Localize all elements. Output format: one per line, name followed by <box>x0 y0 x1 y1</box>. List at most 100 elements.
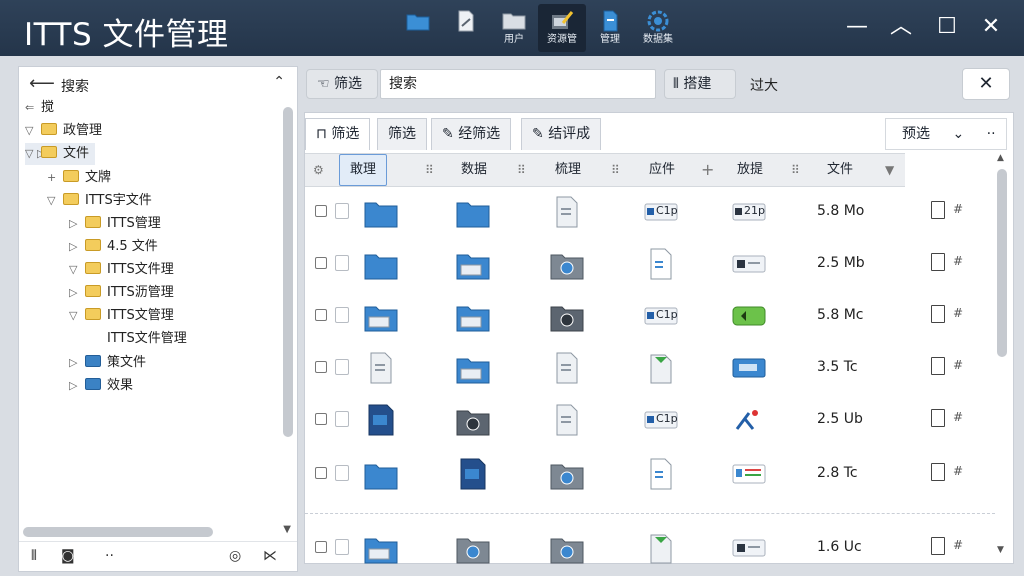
doc-white-icon[interactable] <box>643 247 679 281</box>
drag-handle-icon[interactable]: ⠿ <box>517 154 526 186</box>
stats-button[interactable]: ⫴ 搭建 <box>664 69 736 99</box>
doc-gray-icon[interactable] <box>549 195 585 229</box>
table-row[interactable]: 2.8 Tc # <box>305 449 995 501</box>
tree-item[interactable]: ▷ 4.5 文件 <box>69 236 158 258</box>
hash-icon[interactable]: # <box>953 358 963 372</box>
folder-gray-icon[interactable] <box>455 531 491 565</box>
tree-item[interactable]: ▽ ▷ 文件 <box>25 143 96 165</box>
tree-item[interactable]: ▽ ITTS文件理 <box>69 259 174 281</box>
hash-icon[interactable]: # <box>953 254 963 268</box>
tree-item[interactable]: ▷ 效果 <box>69 375 133 397</box>
chip-21p-icon[interactable]: 21p <box>731 195 767 229</box>
document-icon[interactable] <box>931 537 945 555</box>
collapse-button[interactable]: ︿ <box>886 12 916 42</box>
toolbar-resource-button[interactable]: 资源管 <box>538 4 586 52</box>
chip-list-icon[interactable] <box>731 457 767 491</box>
column-header-cell[interactable]: 梳理 <box>555 154 581 186</box>
hash-icon[interactable]: # <box>953 464 963 478</box>
folder-blue-icon[interactable] <box>363 195 399 229</box>
settings-icon[interactable]: ⋉ <box>263 548 277 564</box>
drag-handle-icon[interactable]: ⠿ <box>425 154 434 186</box>
search-input[interactable]: 搜索 <box>380 69 656 99</box>
scroll-down-icon[interactable]: ▼ <box>283 524 291 535</box>
doc-blue-icon[interactable] <box>363 403 399 437</box>
row-select-box[interactable] <box>335 539 349 555</box>
table-row[interactable]: 3.5 Tc # <box>305 343 995 395</box>
tree-item[interactable]: ▷ ITTS管理 <box>69 213 161 235</box>
scroll-down-icon[interactable]: ▼ <box>997 545 1004 555</box>
table-row[interactable]: C1p 5.8 Mc # <box>305 291 995 343</box>
row-checkbox[interactable] <box>315 257 327 269</box>
folder-gray-icon[interactable] <box>549 531 585 565</box>
doc-gray-icon[interactable] <box>363 351 399 385</box>
maximize-button[interactable]: ☐ <box>932 12 962 42</box>
tree-item[interactable]: ▷ 策文件 <box>69 352 146 374</box>
column-header-cell[interactable]: 放提 <box>737 154 763 186</box>
chip-c1p-icon[interactable]: C1p <box>643 403 679 437</box>
comment-icon[interactable]: ◙ <box>61 548 75 564</box>
row-checkbox[interactable] <box>315 361 327 373</box>
hash-icon[interactable]: # <box>953 538 963 552</box>
close-search-button[interactable]: ✕ <box>962 68 1010 100</box>
expand-toggle-icon[interactable]: ⇐ <box>25 97 41 119</box>
filter-button[interactable]: ☜ 筛选 <box>306 69 378 99</box>
chip-green-icon[interactable] <box>731 299 767 333</box>
vertical-scrollbar[interactable] <box>997 169 1007 357</box>
preset-dropdown[interactable]: 预选 ⌄ ·· <box>885 118 1007 150</box>
row-checkbox[interactable] <box>315 309 327 321</box>
document-icon[interactable] <box>931 463 945 481</box>
chip-blue-icon[interactable] <box>731 351 767 385</box>
chip-gray-icon[interactable] <box>731 531 767 565</box>
doc-green-icon[interactable] <box>643 351 679 385</box>
column-header-cell[interactable]: 数据 <box>461 154 487 186</box>
expand-toggle-icon[interactable]: ▽ <box>69 305 85 327</box>
drag-handle-icon[interactable]: ⠿ <box>611 154 620 186</box>
folder-open-icon[interactable] <box>455 351 491 385</box>
expand-toggle-icon[interactable]: ▽ <box>47 190 63 212</box>
expand-toggle-icon[interactable]: ▷ <box>69 213 85 235</box>
toolbar-manage-button[interactable]: 管理 <box>586 4 634 52</box>
column-header-cell[interactable]: 文件 <box>827 154 853 186</box>
folder-dark-icon[interactable] <box>455 403 491 437</box>
document-icon[interactable] <box>931 201 945 219</box>
toolbar-user-button[interactable]: 用户 <box>490 4 538 52</box>
tree-item[interactable]: ⇐ 搅 <box>25 97 54 119</box>
tree-item[interactable]: ▽ ITTS文管理 <box>69 305 174 327</box>
tab-filter-2[interactable]: 筛选 <box>377 118 427 150</box>
document-icon[interactable] <box>931 409 945 427</box>
folder-open-icon[interactable] <box>455 247 491 281</box>
expand-toggle-icon[interactable]: ▽ <box>25 120 41 142</box>
row-checkbox[interactable] <box>315 413 327 425</box>
back-arrow-icon[interactable]: ⟵ <box>29 73 55 94</box>
column-header-cell[interactable]: 敢理 <box>339 154 388 186</box>
row-select-box[interactable] <box>335 411 349 427</box>
document-icon[interactable] <box>931 305 945 323</box>
folder-open-icon[interactable] <box>363 299 399 333</box>
row-select-box[interactable] <box>335 255 349 271</box>
expand-toggle-icon[interactable]: ▷ <box>69 352 85 374</box>
glyph-icon[interactable] <box>731 403 767 437</box>
table-row[interactable]: 2.5 Mb # <box>305 239 995 291</box>
toolbar-document-button[interactable] <box>442 4 490 52</box>
chip-gray-icon[interactable] <box>731 247 767 281</box>
folder-blue-icon[interactable] <box>455 195 491 229</box>
doc-blue-icon[interactable] <box>455 457 491 491</box>
column-header-cell[interactable]: 应件 <box>649 154 675 186</box>
document-icon[interactable] <box>931 357 945 375</box>
tree-item[interactable]: ▽ ITTS宇文件 <box>47 190 152 212</box>
close-window-button[interactable]: ✕ <box>976 12 1006 42</box>
folder-gray-icon[interactable] <box>549 247 585 281</box>
expand-toggle-icon[interactable]: + <box>47 167 63 189</box>
table-row[interactable]: 1.6 Uc # <box>305 523 995 575</box>
scroll-up-icon[interactable]: ▲ <box>997 153 1004 163</box>
expand-toggle-icon[interactable]: ▷ <box>69 236 85 258</box>
tree-item[interactable]: ▽ 政管理 <box>25 120 102 142</box>
row-select-box[interactable] <box>335 307 349 323</box>
hash-icon[interactable]: # <box>953 410 963 424</box>
more-icon[interactable]: ·· <box>105 548 114 564</box>
expand-toggle-icon[interactable]: ▷ <box>69 282 85 304</box>
doc-green-icon[interactable] <box>643 531 679 565</box>
folder-open-icon[interactable] <box>363 531 399 565</box>
document-icon[interactable] <box>931 253 945 271</box>
tab-result[interactable]: ✎ 结评成 <box>521 118 602 150</box>
